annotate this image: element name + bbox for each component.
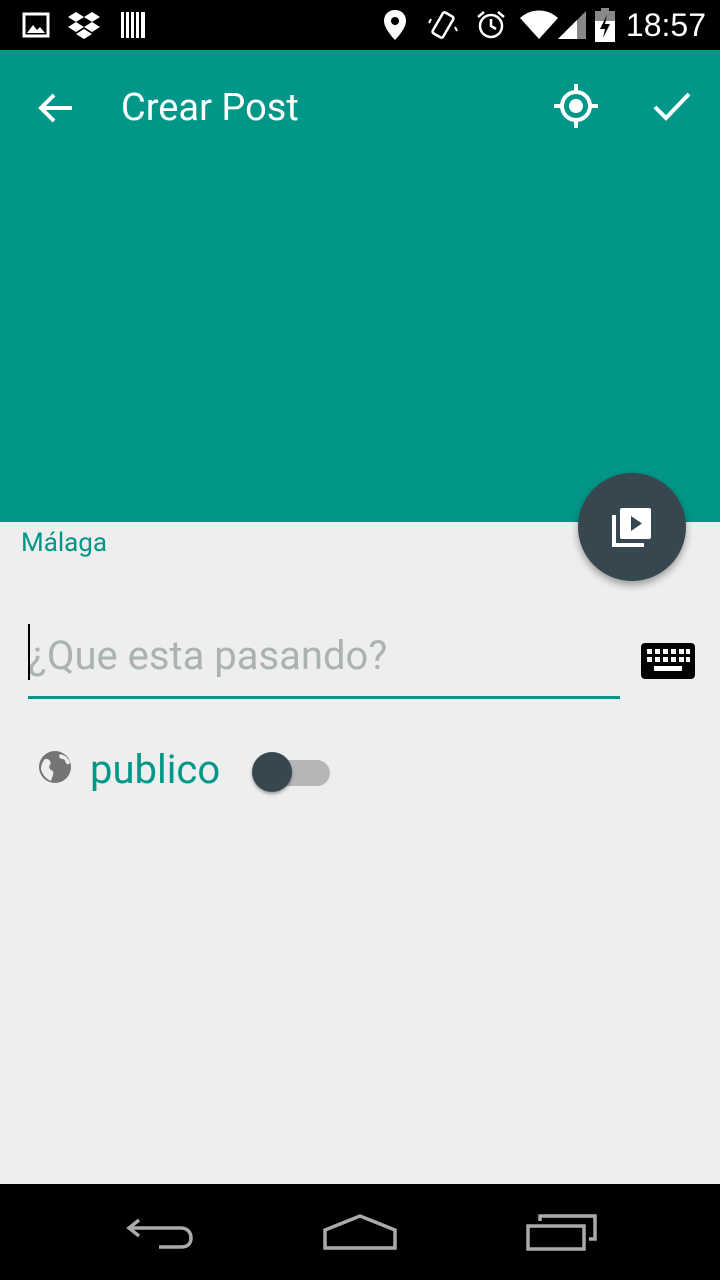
status-time: 18:57 — [625, 7, 706, 43]
dropbox-icon — [66, 0, 102, 50]
battery-charging-icon — [592, 0, 618, 50]
status-bar: 18:57 — [0, 0, 720, 50]
home-nav-icon — [323, 1214, 397, 1250]
post-input[interactable] — [28, 620, 618, 690]
alarm-icon — [474, 0, 508, 50]
vibrate-icon — [426, 0, 460, 50]
app-bar: Crear Post — [0, 50, 720, 522]
page-title: Crear Post — [121, 86, 299, 130]
check-icon — [653, 92, 691, 121]
arrow-back-icon — [38, 93, 72, 123]
location-label[interactable]: Málaga — [21, 526, 107, 560]
public-toggle-switch[interactable] — [252, 752, 332, 792]
back-button[interactable] — [28, 85, 84, 131]
nav-back-button[interactable] — [95, 1184, 225, 1280]
nav-recents-button[interactable] — [497, 1184, 627, 1280]
confirm-button[interactable] — [644, 78, 700, 134]
input-underline — [28, 696, 620, 699]
wifi-icon — [518, 0, 560, 50]
system-nav-bar — [0, 1184, 720, 1280]
locate-button[interactable] — [548, 78, 604, 134]
keyboard-icon — [641, 643, 695, 679]
toggle-thumb — [252, 752, 292, 792]
signal-icon — [556, 0, 588, 50]
barcode-icon — [118, 0, 148, 50]
globe-icon — [39, 751, 71, 783]
text-cursor — [28, 624, 30, 680]
media-fab-button[interactable] — [578, 473, 686, 581]
gps-fixed-icon — [554, 84, 598, 128]
location-pin-icon — [380, 0, 410, 50]
nav-home-button[interactable] — [295, 1184, 425, 1280]
image-icon — [20, 0, 52, 50]
back-nav-icon — [126, 1218, 193, 1249]
post-input-container — [28, 612, 620, 700]
video-library-icon — [612, 508, 651, 547]
recents-nav-icon — [526, 1214, 597, 1251]
visibility-label: publico — [90, 746, 221, 793]
keyboard-button[interactable] — [640, 642, 696, 680]
visibility-row: publico — [38, 742, 358, 802]
